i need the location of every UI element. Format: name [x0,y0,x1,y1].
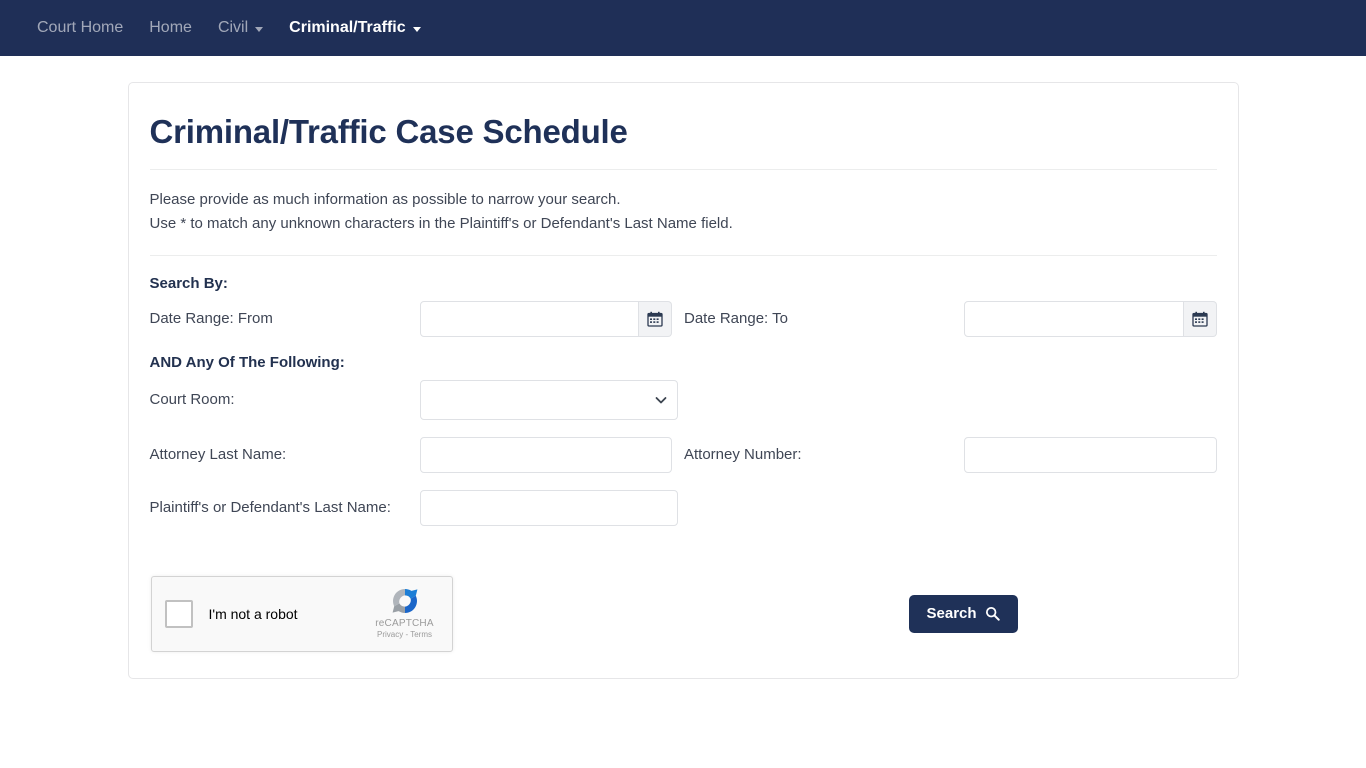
magnifier-icon [985,607,1000,621]
nav-item-label: Court Home [37,19,124,36]
party-last-name-field [419,489,678,526]
recaptcha-logo-icon [392,588,417,613]
date-range-row: Date Range: From Date Range: To [149,300,1217,337]
nav-item-label: Civil [217,19,249,36]
chevron-down-icon [255,26,264,32]
court-room-select[interactable] [419,379,678,420]
court-room-row: Court Room: [149,379,1217,420]
calendar-icon [1191,311,1208,327]
nav-item-home[interactable]: Home [136,20,205,36]
recaptcha-brand-text: reCAPTCHA [375,617,434,629]
nav-item-court-home[interactable]: Court Home [24,20,136,36]
recaptcha-widget[interactable]: I'm not a robot reCAPTCHA Privacy - Term… [150,575,453,652]
calendar-icon [647,311,663,327]
search-by-heading: Search By: [149,274,228,292]
recaptcha-links[interactable]: Privacy - Terms [369,630,441,639]
page-title: Criminal/Traffic Case Schedule [149,113,628,150]
intro-divider [149,254,1217,256]
date-from-group [419,300,672,337]
attorney-number-label: Attorney Number: [684,446,802,464]
date-from-calendar-button[interactable] [639,300,672,337]
search-card: Criminal/Traffic Case Schedule Please pr… [127,82,1239,679]
court-room-select-wrap [419,379,678,420]
attorney-row: Attorney Last Name: Attorney Number: [149,436,1217,473]
intro-line-1: Please provide as much information as po… [149,190,621,208]
nav-item-criminal-traffic[interactable]: Criminal/Traffic [276,20,433,36]
nav-item-label: Home [149,19,192,36]
page-body: Criminal/Traffic Case Schedule Please pr… [0,56,1366,679]
attorney-number-input[interactable] [964,436,1217,473]
attorney-last-name-input[interactable] [419,436,672,473]
party-last-name-input[interactable] [419,489,678,526]
recaptcha-checkbox[interactable] [164,599,193,628]
recaptcha-label: I'm not a robot [208,605,298,622]
date-to-label: Date Range: To [684,310,788,328]
intro-line-2: Use * to match any unknown characters in… [149,215,733,233]
intro-text: Please provide as much information as po… [150,188,1217,237]
date-from-label: Date Range: From [149,310,273,328]
attorney-last-name-label: Attorney Last Name: [149,446,287,464]
court-room-label: Court Room: [149,391,235,409]
party-last-name-row: Plaintiff's or Defendant's Last Name: [149,489,1217,526]
nav-item-civil[interactable]: Civil [205,20,276,36]
date-from-input[interactable] [419,300,640,337]
date-to-input[interactable] [964,300,1184,337]
attorney-number-field [964,436,1217,473]
date-to-group [964,300,1217,337]
party-last-name-label: Plaintiff's or Defendant's Last Name: [149,499,391,517]
title-divider [149,168,1217,170]
search-button-label: Search [926,605,977,623]
form-footer: I'm not a robot reCAPTCHA Privacy - Term… [150,575,1217,652]
chevron-down-icon [412,26,421,32]
nav-item-label: Criminal/Traffic [289,19,406,36]
top-navbar: Court Home Home Civil Criminal/Traffic [0,0,1366,56]
recaptcha-branding: reCAPTCHA Privacy - Terms [369,585,441,639]
and-any-heading: AND Any Of The Following: [149,353,345,371]
attorney-last-name-field [419,436,672,473]
date-to-calendar-button[interactable] [1183,300,1217,337]
search-form: Search By: Date Range: From Date Range: … [150,275,1217,652]
search-button[interactable]: Search [908,594,1018,633]
